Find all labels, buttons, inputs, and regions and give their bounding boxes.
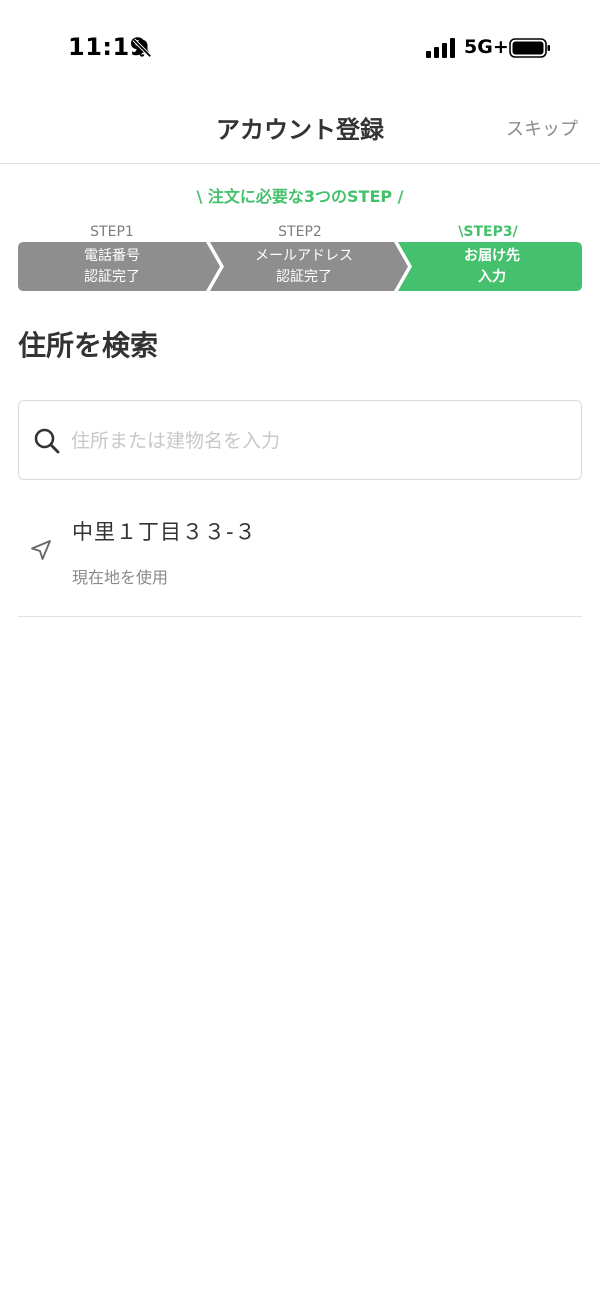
nav-header: アカウント登録 スキップ [0, 96, 600, 164]
bell-slash-icon [132, 38, 152, 58]
search-box[interactable] [18, 400, 582, 480]
skip-button[interactable]: スキップ [506, 115, 578, 141]
step-2-label: STEP2 [278, 224, 322, 240]
step-3-text-line1: お届け先 [464, 248, 520, 264]
location-address: 中里１丁目３３-３ [72, 520, 257, 544]
step-1-text-line1: 電話番号 [84, 248, 140, 264]
section-title: 住所を検索 [18, 329, 159, 362]
location-subtitle: 現在地を使用 [72, 568, 169, 587]
step-caption: \ 注文に必要な3つのSTEP / [196, 187, 404, 206]
screen: 11:19 5G+ アカウント登録 スキップ \ 注文に必要な3つのSTEP /… [0, 0, 600, 1304]
current-location-item[interactable]: 中里１丁目３３-３ 現在地を使用 [18, 496, 582, 617]
search-icon [34, 428, 60, 454]
step-3-label: \STEP3/ [458, 224, 518, 240]
location-arrow-icon [31, 540, 51, 560]
step-1-text-line2: 認証完了 [84, 269, 140, 285]
step-2-text-line2: 認証完了 [276, 269, 332, 285]
step-labels: STEP1 STEP2 \STEP3/ [18, 224, 582, 244]
step-2-text: メールアドレス 認証完了 [210, 246, 398, 288]
step-3-text-line2: 入力 [478, 269, 506, 285]
step-3-text: お届け先 入力 [398, 246, 586, 288]
network-label: 5G+ [464, 36, 509, 58]
step-progress-bar: 電話番号 認証完了 メールアドレス 認証完了 お届け先 入力 [18, 242, 582, 291]
step-2-text-line1: メールアドレス [255, 248, 353, 264]
search-input[interactable] [71, 421, 566, 461]
step-1-label: STEP1 [90, 224, 134, 240]
status-bar: 11:19 5G+ [0, 0, 600, 96]
step-1-text: 電話番号 認証完了 [18, 246, 206, 288]
battery-icon [509, 38, 550, 58]
signal-icon [426, 38, 455, 58]
